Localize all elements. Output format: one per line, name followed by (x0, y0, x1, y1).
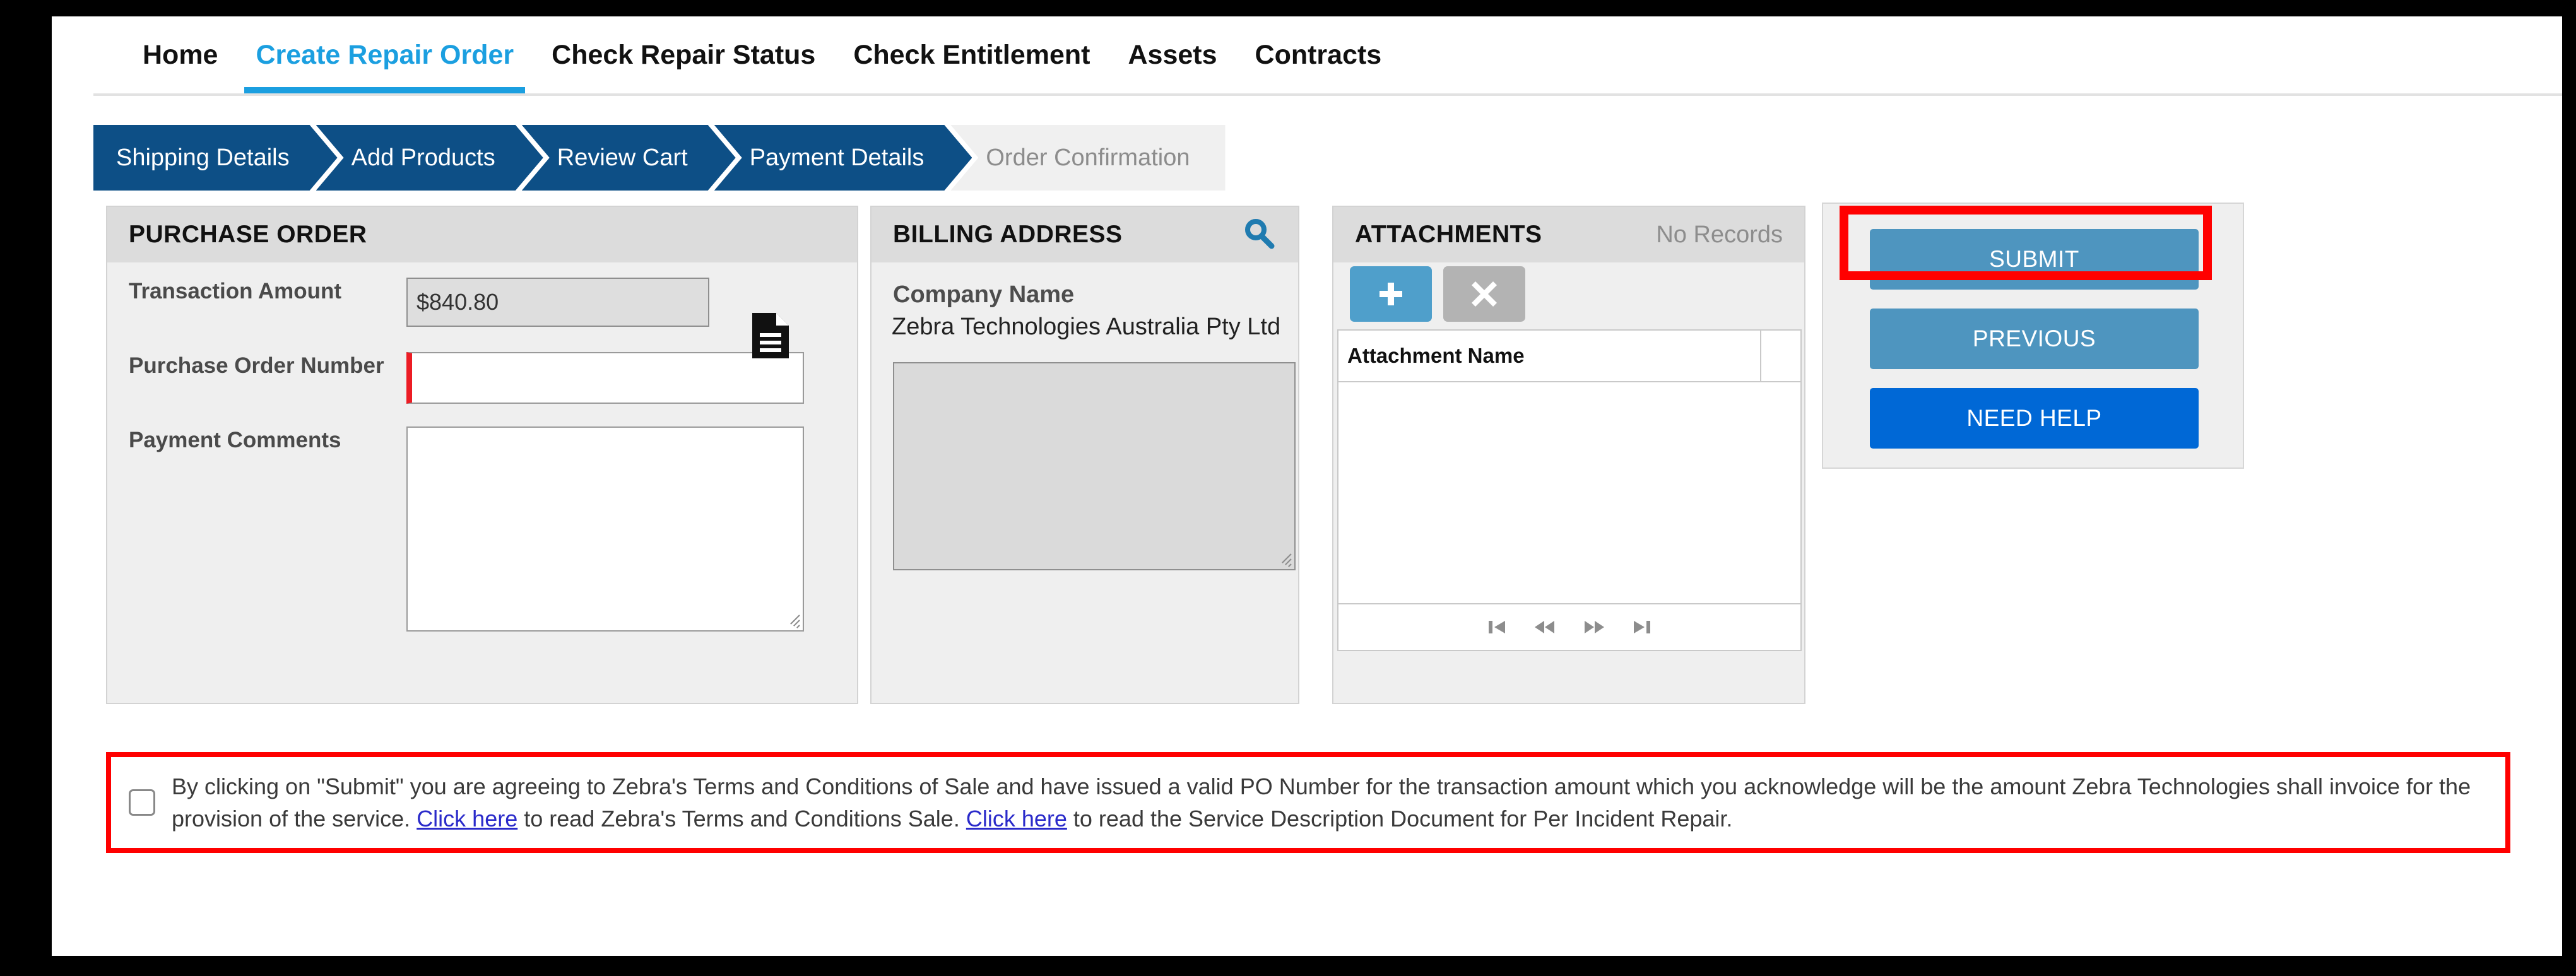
checkout-stepper: Shipping Details Add Products Review Cart P… (93, 125, 1226, 191)
payment-comments-textarea[interactable] (406, 426, 804, 632)
document-icon[interactable] (751, 312, 790, 360)
application-page: Home Create Repair Order Check Repair Stat… (52, 16, 2562, 956)
purchase-order-header: PURCHASE ORDER (107, 207, 857, 262)
actions-panel: SUBMIT PREVIOUS NEED HELP (1822, 203, 2244, 469)
terms-part-3: to read the Service Description Document… (1066, 806, 1733, 832)
service-description-link[interactable]: Click here (966, 806, 1067, 832)
need-help-button[interactable]: NEED HELP (1870, 388, 2199, 449)
transaction-amount-field: $840.80 (406, 278, 709, 327)
payment-comments-label: Payment Comments (129, 428, 341, 452)
billing-address-body: Company Name Zebra Technologies Australi… (871, 262, 1298, 570)
resize-grip-icon (783, 611, 800, 628)
close-icon (1470, 280, 1498, 308)
attachments-panel: ATTACHMENTS No Records Attachment Name (1332, 206, 1805, 704)
payment-comments-row: Payment Comments (129, 426, 804, 632)
terms-agreement-checkbox[interactable] (129, 789, 155, 816)
attachments-toolbar (1333, 262, 1804, 326)
attachments-grid: Attachment Name (1337, 329, 1802, 651)
nav-tab-create-repair-order[interactable]: Create Repair Order (237, 16, 533, 93)
search-icon[interactable] (1241, 216, 1277, 254)
step-shipping-details[interactable]: Shipping Details (93, 125, 338, 191)
purchase-order-title: PURCHASE ORDER (129, 221, 367, 248)
purchase-order-number-label: Purchase Order Number (129, 353, 384, 378)
first-page-icon[interactable] (1486, 618, 1508, 637)
transaction-amount-label: Transaction Amount (129, 279, 342, 303)
nav-tab-home[interactable]: Home (124, 16, 237, 93)
terms-agreement-text: By clicking on "Submit" you are agreeing… (172, 770, 2488, 835)
billing-address-textarea[interactable] (893, 362, 1296, 570)
terms-and-conditions-bar: By clicking on "Submit" you are agreeing… (106, 752, 2510, 853)
screenshot-frame: Home Create Repair Order Check Repair Stat… (0, 0, 2576, 976)
column-header-attachment-name[interactable]: Attachment Name (1338, 331, 1761, 381)
billing-address-header: BILLING ADDRESS (871, 207, 1298, 262)
step-add-products[interactable]: Add Products (316, 125, 543, 191)
transaction-amount-row: Transaction Amount $840.80 (129, 278, 709, 327)
purchase-order-number-input[interactable] (406, 352, 804, 404)
purchase-order-panel: PURCHASE ORDER Transaction Amount $840.8… (106, 206, 858, 704)
previous-button[interactable]: PREVIOUS (1870, 309, 2199, 369)
nav-tab-list: Home Create Repair Order Check Repair Stat… (124, 16, 1400, 96)
nav-tab-contracts[interactable]: Contracts (1236, 16, 1401, 93)
attachments-status: No Records (1656, 221, 1783, 248)
resize-grip-icon (1275, 550, 1292, 567)
last-page-icon[interactable] (1631, 618, 1653, 637)
nav-tab-check-entitlement[interactable]: Check Entitlement (834, 16, 1109, 93)
step-review-cart[interactable]: Review Cart (522, 125, 736, 191)
step-order-confirmation[interactable]: Order Confirmation (950, 125, 1226, 191)
company-name-label: Company Name (893, 281, 1075, 308)
terms-conditions-link[interactable]: Click here (417, 806, 517, 832)
billing-address-panel: BILLING ADDRESS Company Name Zebra Techn… (870, 206, 1299, 704)
terms-part-2: to read Zebra's Terms and Conditions Sal… (517, 806, 966, 832)
company-name-value: Zebra Technologies Australia Pty Ltd (892, 314, 1281, 340)
attachments-title: ATTACHMENTS (1355, 221, 1542, 248)
add-attachment-button[interactable] (1350, 266, 1432, 322)
attachments-header: ATTACHMENTS No Records (1333, 207, 1804, 262)
billing-address-title: BILLING ADDRESS (893, 221, 1123, 248)
next-page-icon[interactable] (1582, 618, 1606, 637)
nav-tab-assets[interactable]: Assets (1109, 16, 1236, 93)
attachments-pager (1338, 603, 1800, 650)
nav-tab-check-repair-status[interactable]: Check Repair Status (533, 16, 834, 93)
delete-attachment-button[interactable] (1443, 266, 1525, 322)
plus-icon (1376, 279, 1406, 309)
main-navigation: Home Create Repair Order Check Repair Stat… (93, 16, 2562, 96)
attachments-grid-header: Attachment Name (1338, 331, 1800, 382)
step-payment-details[interactable]: Payment Details (714, 125, 972, 191)
previous-page-icon[interactable] (1533, 618, 1557, 637)
purchase-order-number-row: Purchase Order Number (129, 352, 804, 404)
submit-button[interactable]: SUBMIT (1870, 229, 2199, 290)
